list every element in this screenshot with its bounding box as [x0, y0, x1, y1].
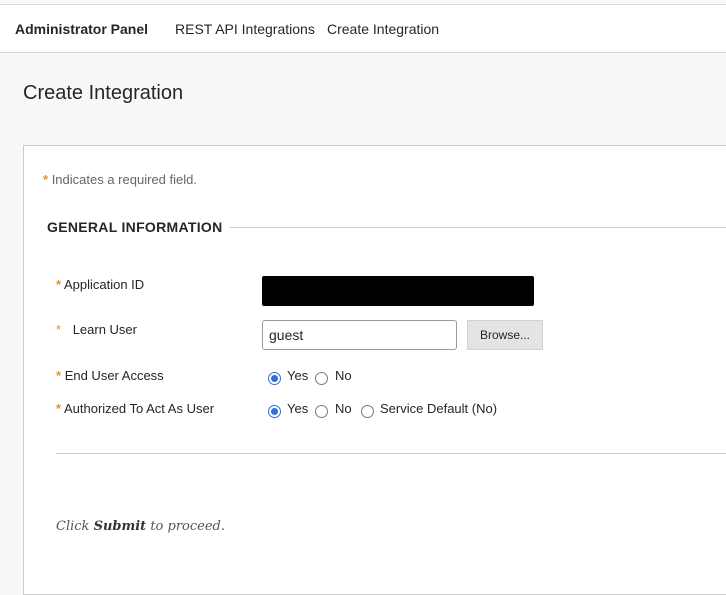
submit-hint: Click Submit to proceed.	[56, 519, 225, 534]
act-as-user-label-text: Authorized To Act As User	[63, 401, 215, 416]
page-title: Create Integration	[23, 82, 184, 104]
act-as-user-no-radio[interactable]	[315, 405, 328, 418]
learn-user-label: * Learn User	[56, 322, 137, 337]
required-star: *	[43, 172, 49, 187]
submit-hint-prefix: Click	[56, 519, 94, 534]
section-title-general-information: GENERAL INFORMATION	[47, 219, 223, 235]
breadcrumb-create-integration: Create Integration	[327, 21, 440, 37]
end-user-access-yes-label[interactable]: Yes	[287, 368, 308, 383]
end-user-access-no-label[interactable]: No	[335, 368, 352, 383]
required-star: *	[56, 368, 62, 383]
end-user-access-no-radio[interactable]	[315, 372, 328, 385]
required-note-text: Indicates a required field.	[51, 172, 197, 187]
browse-button[interactable]: Browse...	[467, 320, 543, 350]
end-user-access-label-text: End User Access	[64, 368, 164, 383]
section-divider	[230, 227, 726, 228]
required-field-note: * Indicates a required field.	[43, 172, 197, 187]
act-as-user-service-default-label[interactable]: Service Default (No)	[380, 401, 497, 416]
act-as-user-yes-radio[interactable]	[268, 405, 281, 418]
form-divider	[56, 453, 726, 454]
act-as-user-service-default-radio[interactable]	[361, 405, 374, 418]
breadcrumb: Administrator Panel REST API Integration…	[0, 4, 726, 53]
application-id-label: * Application ID	[56, 277, 144, 292]
application-id-label-text: Application ID	[63, 277, 145, 292]
act-as-user-no-label[interactable]: No	[335, 401, 352, 416]
breadcrumb-administrator-panel[interactable]: Administrator Panel	[15, 21, 148, 37]
breadcrumb-rest-api-integrations[interactable]: REST API Integrations	[175, 21, 315, 37]
act-as-user-yes-label[interactable]: Yes	[287, 401, 308, 416]
application-id-field-redacted[interactable]	[262, 276, 534, 306]
learn-user-input[interactable]: guest	[262, 320, 457, 350]
learn-user-label-text: Learn User	[72, 322, 137, 337]
end-user-access-label: * End User Access	[56, 368, 164, 383]
end-user-access-yes-radio[interactable]	[268, 372, 281, 385]
required-star: *	[56, 277, 62, 292]
submit-hint-suffix: to proceed.	[146, 519, 226, 534]
required-star: *	[56, 322, 62, 337]
act-as-user-label: * Authorized To Act As User	[56, 401, 214, 416]
required-star: *	[56, 401, 62, 416]
submit-hint-action: Submit	[93, 519, 147, 534]
